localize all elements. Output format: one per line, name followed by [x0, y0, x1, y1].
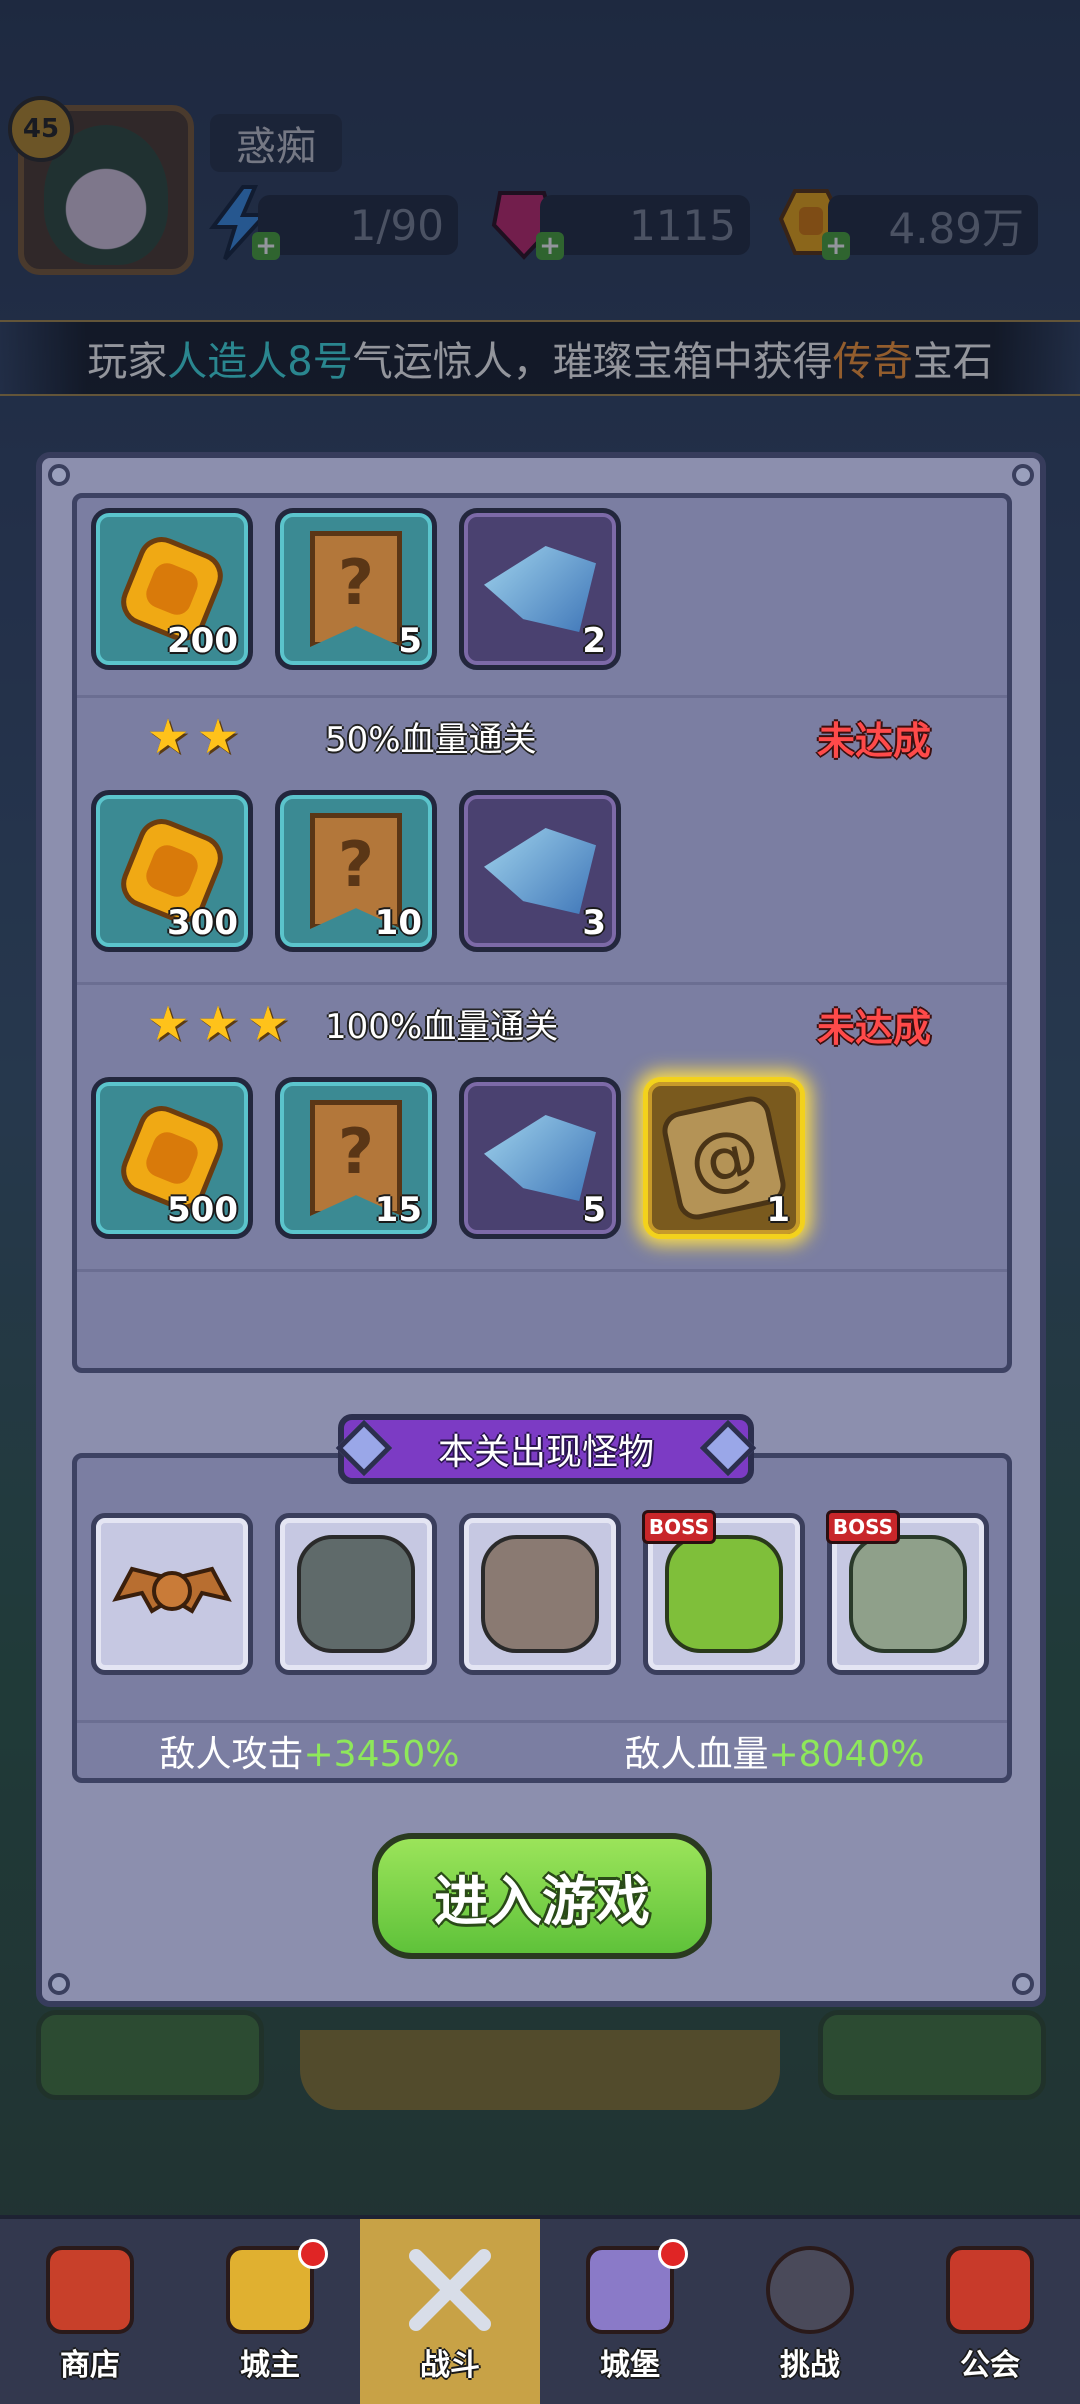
shop-icon [46, 2246, 134, 2334]
enemy-hp-label: 敌人血量 [624, 1734, 769, 1775]
star-icon: ★ [246, 996, 290, 1052]
reward-tier: ★ ★ 50%血量通关 未达成 300 ? 10 3 [77, 698, 1007, 985]
reward-item[interactable]: 500 [91, 1077, 253, 1239]
reward-items: 300 ? 10 3 [91, 790, 621, 952]
star-icon: ★ [146, 996, 190, 1052]
monster-list: BOSS BOSS [91, 1510, 989, 1675]
nav-shop[interactable]: 商店 [0, 2219, 180, 2404]
monster-card-boss[interactable]: BOSS [642, 1510, 805, 1675]
tier-header: ★ ★ ★ 100%血量通关 未达成 [77, 985, 1007, 1055]
green-dragon-icon [665, 1535, 783, 1653]
stone-golem-icon [849, 1535, 967, 1653]
enter-game-button[interactable]: 进入游戏 [372, 1833, 712, 1959]
tier-status: 未达成 [817, 1006, 932, 1050]
corner-screw [1012, 464, 1034, 486]
reward-item[interactable]: 3 [459, 790, 621, 952]
crystal-icon [484, 828, 596, 914]
star-rating: ★ ★ [145, 709, 241, 765]
corner-screw [1012, 1973, 1034, 1995]
enemy-hp: 敌人血量+8040% [624, 1725, 924, 1777]
monsters-panel: BOSS BOSS 敌人攻击+3450% 敌人血量+8040% [72, 1453, 1012, 1783]
star-icon: ★ [146, 709, 190, 765]
tier-condition: 50%血量通关 [325, 720, 537, 760]
nav-label: 战斗 [420, 2348, 480, 2383]
armored-knight-icon [297, 1535, 415, 1653]
enemy-attack: 敌人攻击+3450% [159, 1725, 459, 1777]
guild-banner-icon [946, 2246, 1034, 2334]
boss-tag: BOSS [826, 1510, 900, 1544]
star-icon: ★ [196, 996, 240, 1052]
bottom-nav: 商店 城主 战斗 城堡 挑战 公会 [0, 2215, 1080, 2404]
monster-card[interactable] [91, 1513, 253, 1675]
item-count: 5 [582, 1190, 606, 1230]
star-rating: ★ ★ ★ [145, 996, 291, 1052]
reward-item[interactable]: 2 [459, 508, 621, 670]
reward-items: 500 ? 15 5 @ 1 [91, 1077, 805, 1239]
nav-label: 挑战 [780, 2348, 840, 2383]
monster-card-boss[interactable]: BOSS [826, 1510, 989, 1675]
nav-challenge[interactable]: 挑战 [720, 2219, 900, 2404]
crystal-icon [484, 1115, 596, 1201]
demon-mask-icon [766, 2246, 854, 2334]
reward-items: 200 ? 5 2 [91, 508, 621, 670]
enemy-attack-value: +3450% [303, 1734, 460, 1775]
corner-screw [48, 464, 70, 486]
item-count: 2 [582, 621, 606, 661]
enemy-hp-value: +8040% [768, 1734, 925, 1775]
bat-monster-icon [112, 1566, 232, 1614]
crystal-icon [484, 546, 596, 632]
nav-label: 商店 [60, 2348, 120, 2383]
reward-item[interactable]: 5 [459, 1077, 621, 1239]
enemy-stats: 敌人攻击+3450% 敌人血量+8040% [77, 1720, 1007, 1779]
tier-condition: 100%血量通关 [325, 1007, 559, 1047]
item-count: 300 [167, 903, 238, 943]
boss-tag: BOSS [642, 1510, 716, 1544]
nav-lord[interactable]: 城主 [180, 2219, 360, 2404]
enemy-attack-label: 敌人攻击 [159, 1734, 304, 1775]
nav-guild[interactable]: 公会 [900, 2219, 1080, 2404]
stage-info-dialog: 200 ? 5 2 ★ ★ 50%血量通关 未达成 300 ? 10 3 ★ ★… [36, 452, 1046, 2007]
nav-label: 城主 [240, 2348, 300, 2383]
crossed-swords-icon [409, 2249, 491, 2331]
monster-card[interactable] [459, 1513, 621, 1675]
item-count: 5 [398, 621, 422, 661]
nav-castle[interactable]: 城堡 [540, 2219, 720, 2404]
reward-tier: 200 ? 5 2 [77, 498, 1007, 698]
item-count: 3 [582, 903, 606, 943]
nav-label: 公会 [960, 2348, 1020, 2383]
reward-item[interactable]: 200 [91, 508, 253, 670]
item-count: 1 [766, 1190, 790, 1230]
mystery-scroll-icon: ? [310, 531, 402, 647]
item-count: 15 [374, 1190, 422, 1230]
reward-item[interactable]: 300 [91, 790, 253, 952]
nav-label: 城堡 [600, 2348, 660, 2383]
tier-status: 未达成 [817, 719, 932, 763]
reward-item-legendary[interactable]: @ 1 [643, 1077, 805, 1239]
star-icon: ★ [196, 709, 240, 765]
reward-item[interactable]: ? 10 [275, 790, 437, 952]
reward-item[interactable]: ? 5 [275, 508, 437, 670]
horned-warrior-icon [481, 1535, 599, 1653]
reward-item[interactable]: ? 15 [275, 1077, 437, 1239]
nav-battle[interactable]: 战斗 [360, 2219, 540, 2404]
notification-dot [658, 2239, 688, 2269]
item-count: 500 [167, 1190, 238, 1230]
monster-card[interactable] [275, 1513, 437, 1675]
item-count: 200 [167, 621, 238, 661]
star-rewards-list[interactable]: 200 ? 5 2 ★ ★ 50%血量通关 未达成 300 ? 10 3 ★ ★… [72, 493, 1012, 1373]
notification-dot [298, 2239, 328, 2269]
monsters-title: 本关出现怪物 [338, 1414, 754, 1484]
item-count: 10 [374, 903, 422, 943]
tier-header: ★ ★ 50%血量通关 未达成 [77, 698, 1007, 768]
reward-tier: ★ ★ ★ 100%血量通关 未达成 500 ? 15 5 @ 1 [77, 985, 1007, 1272]
corner-screw [48, 1973, 70, 1995]
